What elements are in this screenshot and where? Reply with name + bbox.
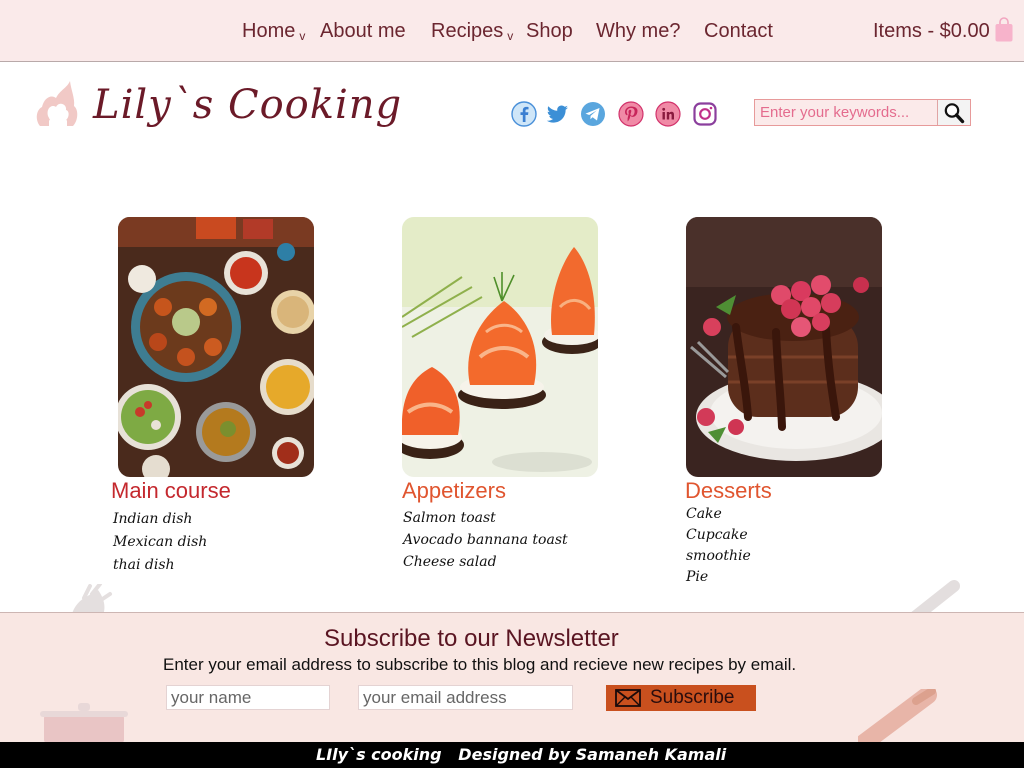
appetizers-illustration — [402, 217, 598, 477]
twitter-icon[interactable] — [545, 101, 571, 127]
facebook-icon[interactable] — [511, 101, 537, 127]
dish-link[interactable]: smoothie — [686, 548, 751, 564]
pinterest-icon[interactable] — [618, 101, 644, 127]
category-desserts-title[interactable]: Desserts — [685, 478, 772, 504]
chevron-down-icon: v — [299, 29, 306, 43]
shopping-bag-icon[interactable] — [995, 17, 1013, 42]
nav-about[interactable]: About me — [320, 20, 406, 43]
dish-link[interactable]: Avocado bannana toast — [403, 532, 568, 548]
footer: LIly`s cooking Designed by Samaneh Kamal… — [0, 742, 1024, 768]
nav-home-label: Home — [242, 20, 296, 42]
rolling-pin-decoration — [858, 689, 937, 742]
category-main-course-title[interactable]: Main course — [111, 478, 231, 504]
dish-link[interactable]: Cheese salad — [403, 554, 497, 570]
pot-decoration — [40, 703, 128, 742]
dish-link[interactable]: thai dish — [113, 557, 175, 573]
subscribe-button-label: Subscribe — [650, 687, 735, 708]
name-field[interactable] — [166, 685, 330, 710]
footer-credits: LIly`s cooking Designed by Samaneh Kamal… — [316, 745, 727, 764]
chef-hat-icon — [36, 81, 78, 128]
dish-link[interactable]: Salmon toast — [403, 510, 496, 526]
main-course-photo[interactable] — [118, 217, 314, 477]
desserts-photo[interactable] — [686, 217, 882, 477]
main-course-illustration — [118, 217, 314, 477]
dish-link[interactable]: Cupcake — [686, 527, 748, 543]
chevron-down-icon: v — [507, 29, 514, 43]
newsletter-title: Subscribe to our Newsletter — [324, 625, 619, 652]
newsletter-description: Enter your email address to subscribe to… — [163, 655, 797, 674]
dish-link[interactable]: Pie — [686, 569, 708, 585]
category-appetizers-title[interactable]: Appetizers — [402, 478, 506, 504]
site-logo[interactable]: Lily`s Cooking — [93, 82, 402, 128]
dish-link[interactable]: Mexican dish — [113, 534, 207, 550]
search-input[interactable] — [755, 100, 938, 125]
nav-recipes[interactable]: Recipes v — [431, 20, 513, 43]
envelope-icon — [615, 689, 641, 707]
nav-why-me[interactable]: Why me? — [596, 20, 680, 43]
nav-recipes-label: Recipes — [431, 20, 504, 42]
telegram-icon[interactable] — [580, 101, 606, 127]
nav-home[interactable]: Home v — [242, 20, 305, 43]
magnifier-icon — [944, 103, 965, 124]
appetizers-photo[interactable] — [402, 217, 598, 477]
search-box — [754, 99, 971, 126]
dish-link[interactable]: Indian dish — [113, 511, 192, 527]
subscribe-button[interactable]: Subscribe — [606, 685, 756, 711]
dish-link[interactable]: Cake — [686, 506, 722, 522]
email-field[interactable] — [358, 685, 573, 710]
linkedin-icon[interactable] — [655, 101, 681, 127]
search-button[interactable] — [937, 100, 970, 125]
cart-total[interactable]: Items - $0.00 — [873, 20, 990, 43]
top-navigation: Home v About me Recipes v Shop Why me? Con… — [0, 0, 1024, 62]
nav-contact[interactable]: Contact — [704, 20, 773, 43]
desserts-illustration — [686, 217, 882, 477]
instagram-icon[interactable] — [692, 101, 718, 127]
newsletter-section: Subscribe to our Newsletter Enter your e… — [0, 612, 1024, 742]
nav-shop[interactable]: Shop — [526, 20, 573, 43]
